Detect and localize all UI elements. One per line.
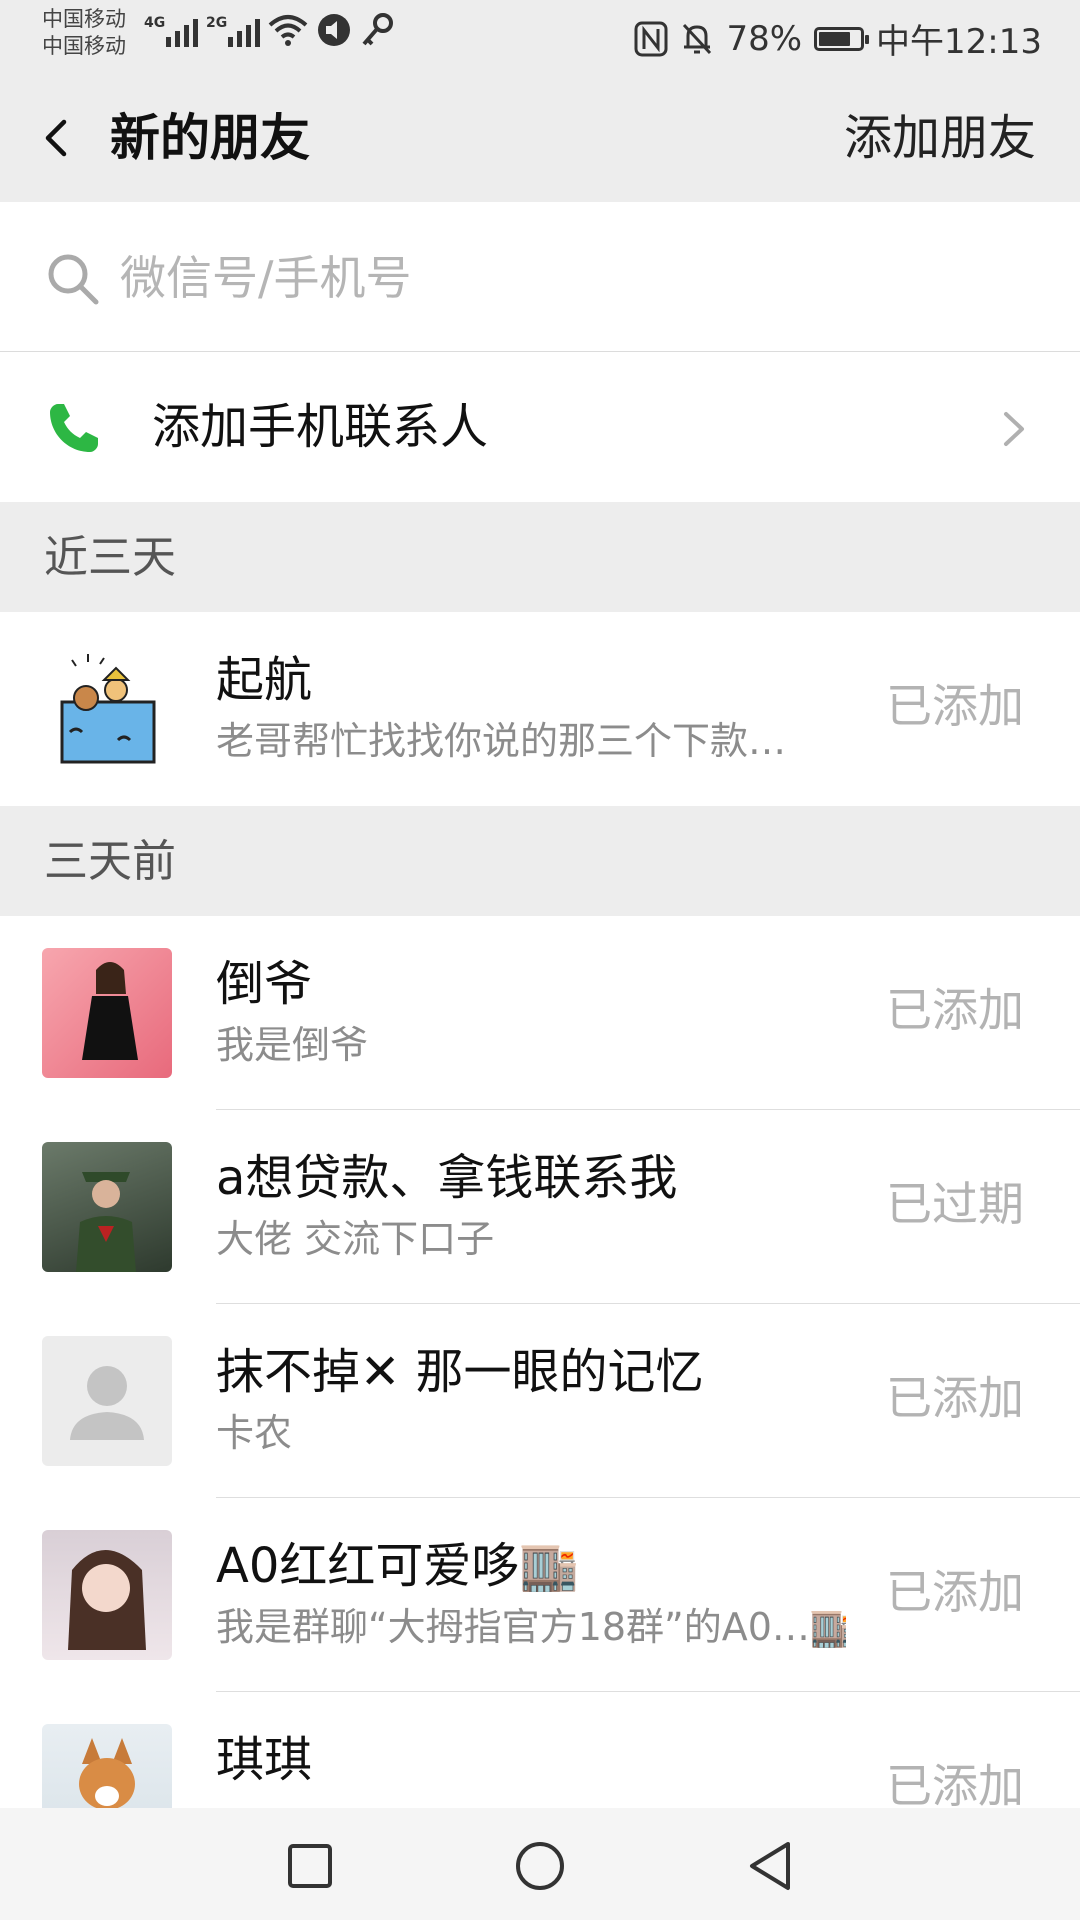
person-photo-image (82, 962, 138, 1060)
network-type-2: 2G (206, 15, 228, 31)
battery-fill (819, 31, 851, 46)
chevron-right-icon (1004, 412, 1024, 446)
recent-apps-button[interactable] (280, 1836, 340, 1896)
battery-percent: 78% (726, 18, 803, 59)
friend-message: 大佬 交流下口子 (216, 1217, 495, 1261)
add-phone-contacts-row[interactable]: 添加手机联系人 (0, 352, 1080, 502)
list-item[interactable]: 起航 老哥帮忙找找你说的那三个下款… 已添加 (0, 612, 1080, 806)
list-item[interactable]: 倒爷 我是倒爷 已添加 (0, 916, 1080, 1110)
add-phone-contacts-label: 添加手机联系人 (152, 399, 489, 455)
list-item[interactable]: 抹不掉✕ 那一眼的记忆 卡农 已添加 (0, 1304, 1080, 1498)
network-type-1: 4G (144, 15, 166, 31)
carrier-2: 中国移动 (42, 34, 126, 58)
status-label: 已添加 (886, 679, 1024, 733)
avatar[interactable] (42, 948, 172, 1078)
phone-icon (50, 404, 98, 452)
home-button[interactable] (510, 1836, 570, 1896)
triangle-back-icon (750, 1842, 790, 1890)
friend-message: 我是倒爷 (216, 1023, 369, 1067)
status-label: 已添加 (886, 983, 1024, 1037)
list-item[interactable]: A0红红可爱哆🏬 我是群聊“大拇指官方18群”的A0…🏬 已添加 (0, 1498, 1080, 1692)
key-icon (362, 13, 393, 46)
section-title: 三天前 (44, 836, 176, 887)
friend-message: 卡农 (216, 1411, 293, 1455)
friend-name: 抹不掉✕ 那一眼的记忆 (216, 1344, 704, 1400)
friend-name: 倒爷 (216, 956, 313, 1012)
back-nav-button[interactable] (740, 1836, 800, 1896)
section-header: 三天前 (0, 806, 1080, 916)
friend-name: A0红红可爱哆🏬 (216, 1538, 580, 1594)
status-bar: 中国移动 中国移动 4G 2G 78% 中午12:13 (0, 0, 1080, 74)
sound-icon (318, 14, 350, 46)
friend-message: 我是群聊“大拇指官方18群”的A0…🏬 (216, 1605, 846, 1649)
section-header: 近三天 (0, 502, 1080, 612)
search-input[interactable] (118, 242, 1022, 314)
mute-bell-icon (683, 23, 712, 54)
carrier-1: 中国移动 (42, 7, 126, 31)
nav-header: 新的朋友 添加朋友 (0, 74, 1080, 202)
signal-2g-icon: 2G (206, 13, 260, 47)
friend-name: 起航 (216, 652, 313, 708)
section-title: 近三天 (44, 532, 176, 583)
default-person-icon (70, 1366, 144, 1440)
person-photo-image (68, 1550, 146, 1650)
system-nav-bar (0, 1808, 1080, 1920)
signal-4g-icon: 4G (144, 13, 198, 47)
wifi-icon (268, 15, 308, 46)
square-icon (288, 1844, 332, 1888)
avatar[interactable] (42, 644, 172, 774)
status-label: 已添加 (886, 1759, 1024, 1813)
person-photo-image (76, 1172, 136, 1272)
page-title: 新的朋友 (110, 109, 310, 167)
circle-icon (516, 1842, 564, 1890)
battery-icon (814, 26, 870, 51)
friend-name: a想贷款、拿钱联系我 (216, 1150, 678, 1206)
status-label: 已添加 (886, 1371, 1024, 1425)
friend-message: 老哥帮忙找找你说的那三个下款… (216, 719, 787, 763)
chevron-left-icon (45, 119, 67, 157)
avatar[interactable] (42, 1336, 172, 1466)
clock: 中午12:13 (876, 22, 1042, 62)
list-item[interactable]: a想贷款、拿钱联系我 大佬 交流下口子 已过期 (0, 1110, 1080, 1304)
signal-icons: 4G 2G (144, 12, 394, 48)
status-right: 78% 中午12:13 (634, 14, 1042, 63)
add-friend-button[interactable]: 添加朋友 (844, 104, 1036, 172)
avatar[interactable] (42, 1530, 172, 1660)
search-bar[interactable] (0, 202, 1080, 352)
status-label: 已添加 (886, 1565, 1024, 1619)
status-label: 已过期 (886, 1177, 1024, 1231)
cartoon-avatar-image (60, 654, 156, 764)
back-button[interactable] (30, 104, 90, 172)
carrier-labels: 中国移动 中国移动 (42, 6, 126, 60)
friend-name: 琪琪 (216, 1732, 313, 1788)
search-icon (48, 254, 99, 305)
avatar[interactable] (42, 1142, 172, 1272)
nfc-icon (634, 21, 668, 56)
